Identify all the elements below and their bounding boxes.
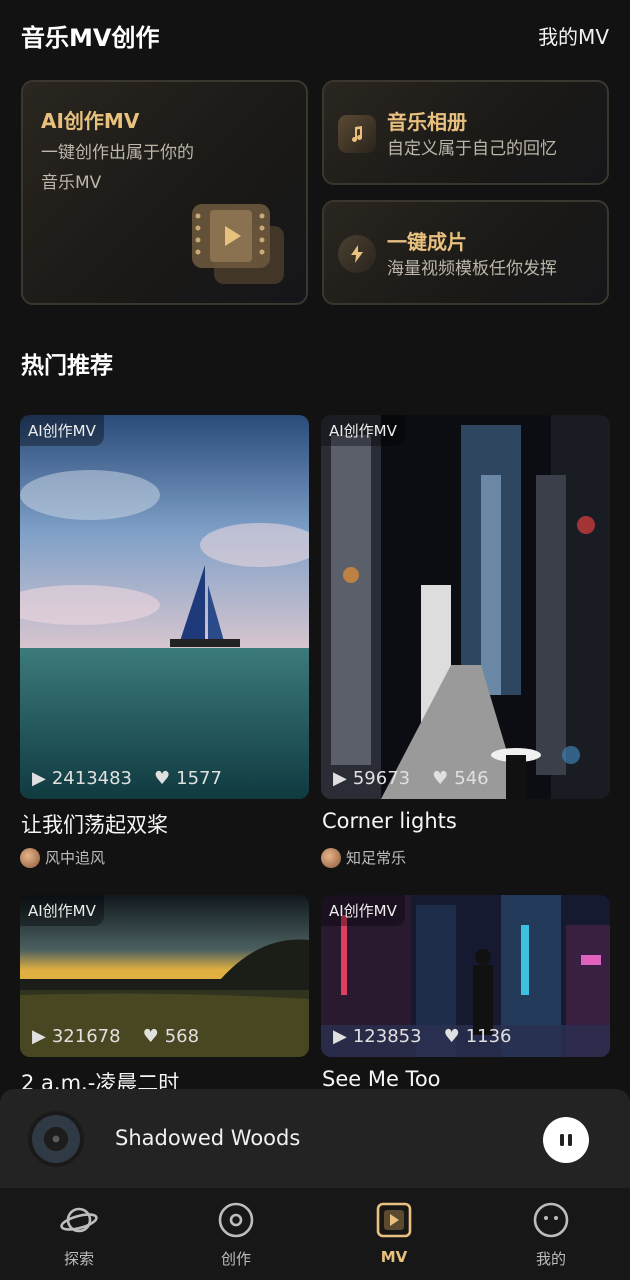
mv-stats: ▶ 123853 ♥ 1136 xyxy=(333,1026,512,1047)
ai-mv-badge: AI创作MV xyxy=(321,895,405,926)
music-album-subtitle: 自定义属于自己的回忆 xyxy=(387,139,557,159)
pause-icon xyxy=(560,1134,572,1146)
disc-icon xyxy=(218,1202,254,1238)
ai-subtitle-line1: 一键创作出属于你的 xyxy=(41,143,194,163)
heart-icon: ♥ xyxy=(154,768,171,789)
play-count-icon: ▶ xyxy=(32,768,46,789)
play-count: 123853 xyxy=(352,1026,422,1047)
play-count: 59673 xyxy=(352,768,411,789)
music-album-title: 音乐相册 xyxy=(387,110,467,134)
music-album-card[interactable]: 音乐相册 自定义属于自己的回忆 xyxy=(322,80,609,185)
mv-thumbnail[interactable]: AI创作MV ▶ 2413483 ♥ 1577 xyxy=(20,415,309,799)
mv-title[interactable]: See Me Too xyxy=(322,1067,441,1091)
music-note-icon xyxy=(338,115,376,153)
heart-icon: ♥ xyxy=(142,1026,159,1047)
tab-mine[interactable]: 我的 xyxy=(511,1200,591,1269)
face-icon xyxy=(533,1202,569,1238)
tab-mv[interactable]: MV xyxy=(354,1200,434,1266)
city-street-image xyxy=(321,415,610,799)
play-count-icon: ▶ xyxy=(333,1026,347,1047)
one-click-video-card[interactable]: 一键成片 海量视频模板任你发挥 xyxy=(322,200,609,305)
mv-thumbnail[interactable]: AI创作MV ▶ 321678 ♥ 568 xyxy=(20,895,309,1057)
sailboat-image xyxy=(20,415,309,799)
tab-label: 我的 xyxy=(535,1250,566,1268)
play-count: 321678 xyxy=(51,1026,121,1047)
heart-icon: ♥ xyxy=(443,1026,460,1047)
mv-card[interactable]: AI创作MV ▶ 321678 ♥ 568 2 a.m.-凌晨二时 xyxy=(20,895,309,1095)
film-icon xyxy=(192,204,284,284)
mv-thumbnail[interactable]: AI创作MV ▶ 59673 ♥ 546 xyxy=(321,415,610,799)
ai-create-mv-title: AI创作MV xyxy=(41,109,140,133)
mv-author[interactable]: 风中追风 xyxy=(20,847,105,868)
like-count: 546 xyxy=(454,768,489,789)
mv-title[interactable]: 让我们荡起双桨 xyxy=(21,809,168,839)
ai-subtitle-line2: 音乐MV xyxy=(41,173,102,193)
mini-player[interactable]: Shadowed Woods xyxy=(0,1089,630,1188)
tab-label: 创作 xyxy=(220,1250,251,1268)
mv-stats: ▶ 321678 ♥ 568 xyxy=(32,1026,199,1047)
tab-create[interactable]: 创作 xyxy=(196,1200,276,1269)
tab-label: 探索 xyxy=(63,1250,94,1268)
ai-create-mv-card[interactable]: AI创作MV 一键创作出属于你的 音乐MV xyxy=(21,80,308,305)
author-name: 知足常乐 xyxy=(346,849,407,867)
one-click-video-title: 一键成片 xyxy=(387,230,467,254)
play-count-icon: ▶ xyxy=(333,768,347,789)
heart-icon: ♥ xyxy=(432,768,449,789)
play-count: 2413483 xyxy=(51,768,133,789)
like-count: 1136 xyxy=(465,1026,512,1047)
mv-thumbnail[interactable]: AI创作MV ▶ 123853 ♥ 1136 xyxy=(321,895,610,1057)
mv-stats: ▶ 59673 ♥ 546 xyxy=(333,768,489,789)
tab-label: MV xyxy=(380,1248,408,1266)
lightning-icon xyxy=(338,235,376,273)
play-count-icon: ▶ xyxy=(32,1026,46,1047)
planet-icon xyxy=(60,1207,98,1233)
header: 音乐MV创作 我的MV xyxy=(0,0,630,70)
bottom-tab-bar: 探索 创作 MV 我的 xyxy=(0,1188,630,1280)
like-count: 1577 xyxy=(176,768,222,789)
ai-create-mv-subtitle: 一键创作出属于你的 音乐MV xyxy=(41,138,241,198)
mv-card[interactable]: AI创作MV ▶ 123853 ♥ 1136 See Me Too xyxy=(321,895,610,1091)
ai-mv-badge: AI创作MV xyxy=(20,415,104,446)
avatar xyxy=(20,847,40,868)
my-mv-link[interactable]: 我的MV xyxy=(538,21,609,50)
ai-mv-badge: AI创作MV xyxy=(321,415,405,446)
mv-title[interactable]: Corner lights xyxy=(322,809,457,833)
mv-card[interactable]: AI创作MV ▶ 2413483 ♥ 1577 让我们荡起双桨 风中追风 xyxy=(20,415,309,868)
pause-button[interactable] xyxy=(543,1117,589,1163)
ai-mv-badge: AI创作MV xyxy=(20,895,104,926)
hot-recommend-heading: 热门推荐 xyxy=(21,353,113,379)
mv-card[interactable]: AI创作MV ▶ 59673 ♥ 546 Corner lights 知足常乐 xyxy=(321,415,610,868)
mv-author[interactable]: 知足常乐 xyxy=(321,847,406,868)
like-count: 568 xyxy=(164,1026,200,1047)
author-name: 风中追风 xyxy=(45,849,106,867)
avatar xyxy=(321,847,341,868)
tab-explore[interactable]: 探索 xyxy=(39,1200,119,1269)
album-cover[interactable] xyxy=(28,1111,84,1167)
mv-stats: ▶ 2413483 ♥ 1577 xyxy=(32,768,222,789)
mv-play-icon xyxy=(376,1202,412,1238)
one-click-video-subtitle: 海量视频模板任你发挥 xyxy=(387,259,557,279)
page-title: 音乐MV创作 xyxy=(21,24,160,52)
now-playing-title: Shadowed Woods xyxy=(115,1126,301,1150)
